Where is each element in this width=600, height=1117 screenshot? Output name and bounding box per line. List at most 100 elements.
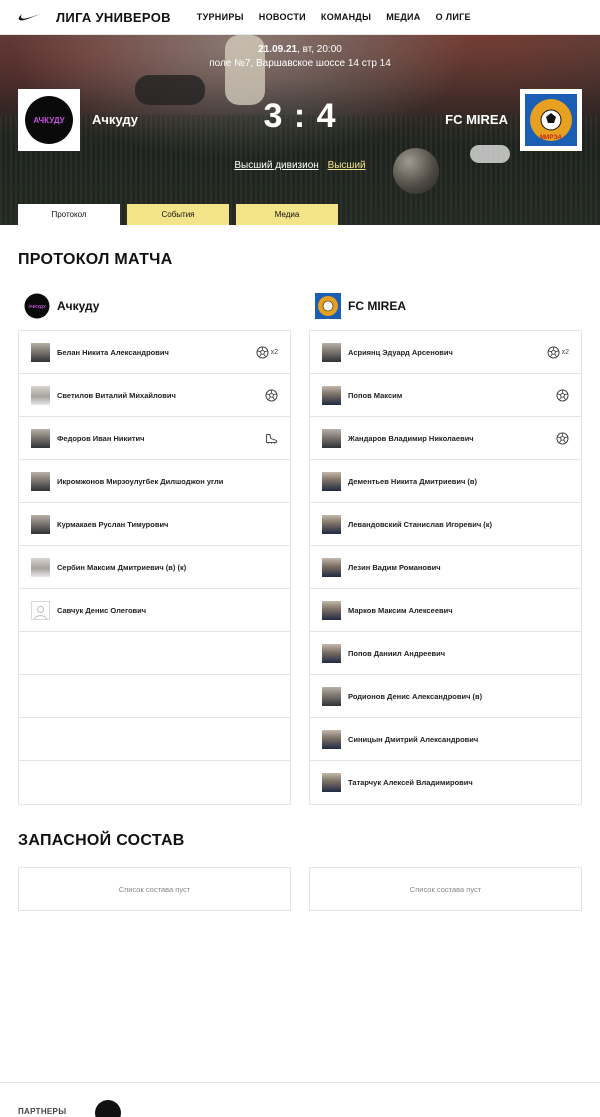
player-name[interactable]: Сербин Максим Дмитриевич (в) (к)	[57, 563, 278, 572]
away-lineup-team-name[interactable]: FC MIREA	[348, 299, 406, 313]
player-avatar	[31, 385, 50, 405]
player-row[interactable]: Белан Никита Александрович x2	[19, 331, 290, 374]
home-lineup: АЧКУДУ Ачкуду Белан Никита Александрович…	[18, 293, 291, 805]
player-row[interactable]: Жандаров Владимир Николаевич	[310, 417, 581, 460]
player-name[interactable]: Жандаров Владимир Николаевич	[348, 434, 556, 443]
event-count: x2	[561, 348, 569, 356]
player-name[interactable]: Асриянц Эдуард Арсенович	[348, 348, 547, 357]
player-avatar	[322, 729, 341, 749]
player-row[interactable]: Марков Максим Алексеевич	[310, 589, 581, 632]
player-row[interactable]: Лезин Вадим Романович	[310, 546, 581, 589]
football-image	[393, 148, 439, 194]
partners-label: ПАРТНЕРЫ	[18, 1107, 67, 1116]
player-row[interactable]: Курмакаев Руслан Тимурович	[19, 503, 290, 546]
player-row[interactable]: Попов Максим	[310, 374, 581, 417]
home-lineup-header: АЧКУДУ Ачкуду	[18, 293, 291, 319]
home-reserves-empty: Список состава пуст	[18, 867, 291, 911]
reserves-title: ЗАПАСНОЙ СОСТАВ	[18, 832, 185, 849]
protocol-title: ПРОТОКОЛ МАТЧА	[18, 251, 173, 268]
player-name[interactable]: Родионов Денис Александрович (в)	[348, 692, 569, 701]
player-row	[19, 761, 290, 804]
site-header: ЛИГА УНИВЕРОВ ТУРНИРЫ НОВОСТИ КОМАНДЫ МЕ…	[0, 0, 600, 35]
player-row	[19, 718, 290, 761]
player-name[interactable]: Попов Максим	[348, 391, 556, 400]
player-row[interactable]: Икромжонов Мирзоулугбек Дилшоджон угли	[19, 460, 290, 503]
nav-teams[interactable]: КОМАНДЫ	[321, 12, 371, 22]
player-name[interactable]: Икромжонов Мирзоулугбек Дилшоджон угли	[57, 477, 278, 486]
home-mini-logo-icon: АЧКУДУ	[24, 293, 50, 319]
goal-event	[556, 389, 569, 402]
player-name[interactable]: Лезин Вадим Романович	[348, 563, 569, 572]
player-row	[19, 632, 290, 675]
player-name[interactable]: Белан Никита Александрович	[57, 348, 256, 357]
player-avatar	[31, 600, 50, 620]
division-links: Высший дивизион Высший	[0, 160, 600, 171]
tab-media[interactable]: Медиа	[236, 204, 338, 225]
player-row[interactable]: Сербин Максим Дмитриевич (в) (к)	[19, 546, 290, 589]
lineups: АЧКУДУ Ачкуду Белан Никита Александрович…	[0, 293, 600, 805]
away-reserves-empty: Список состава пуст	[309, 867, 582, 911]
nav-media[interactable]: МЕДИА	[386, 12, 420, 22]
player-name[interactable]: Татарчук Алексей Владимирович	[348, 778, 569, 787]
player-avatar	[31, 342, 50, 362]
away-mini-logo-icon	[315, 293, 341, 319]
goal-ball-icon	[265, 389, 278, 401]
goal-ball-icon	[256, 346, 269, 358]
player-avatar	[322, 342, 341, 362]
player-avatar	[322, 773, 341, 792]
player-row[interactable]: Синицын Дмитрий Александрович	[310, 718, 581, 761]
swoosh-logo-icon[interactable]	[18, 10, 42, 24]
away-player-list: Асриянц Эдуард Арсенович x2 Попов Максим Жа…	[309, 330, 582, 805]
player-name[interactable]: Синицын Дмитрий Александрович	[348, 735, 569, 744]
player-avatar	[322, 686, 341, 706]
player-avatar	[322, 557, 341, 577]
player-avatar	[31, 471, 50, 491]
player-row[interactable]: Савчук Денис Олегович	[19, 589, 290, 632]
player-name[interactable]: Курмакаев Руслан Тимурович	[57, 520, 278, 529]
player-row[interactable]: Асриянц Эдуард Арсенович x2	[310, 331, 581, 374]
player-row[interactable]: Дементьев Никита Дмитриевич (в)	[310, 460, 581, 503]
match-venue: поле №7, Варшавское шоссе 14 стр 14	[209, 58, 391, 69]
player-name[interactable]: Марков Максим Алексеевич	[348, 606, 569, 615]
nav-about[interactable]: О ЛИГЕ	[436, 12, 471, 22]
player-avatar	[31, 514, 50, 534]
match-score: 3 : 4	[263, 97, 337, 135]
match-date: 21.09.21, вт, 20:00	[258, 44, 342, 55]
player-row[interactable]: Попов Даниил Андреевич	[310, 632, 581, 675]
player-row[interactable]: Федоров Иван Никитич	[19, 417, 290, 460]
tab-events[interactable]: События	[127, 204, 229, 225]
player-avatar	[322, 471, 341, 491]
player-name[interactable]: Левандовский Станислав Игоревич (к)	[348, 520, 569, 529]
site-brand[interactable]: ЛИГА УНИВЕРОВ	[56, 10, 171, 25]
away-team-name[interactable]: FC MIREA	[445, 112, 508, 127]
division-link-secondary[interactable]: Высший	[328, 160, 366, 171]
player-name[interactable]: Попов Даниил Андреевич	[348, 649, 569, 658]
assist-event	[265, 432, 278, 445]
away-team-logo[interactable]: МИРЭА	[520, 89, 582, 151]
away-mini-logo	[315, 293, 341, 319]
player-row[interactable]: Левандовский Станислав Игоревич (к)	[310, 503, 581, 546]
avatar-placeholder-icon	[34, 605, 47, 619]
home-lineup-team-name[interactable]: Ачкуду	[57, 299, 99, 313]
player-row[interactable]: Родионов Денис Александрович (в)	[310, 675, 581, 718]
player-name[interactable]: Федоров Иван Никитич	[57, 434, 265, 443]
player-row[interactable]: Татарчук Алексей Владимирович	[310, 761, 581, 804]
home-player-list: Белан Никита Александрович x2 Светилов Вит…	[18, 330, 291, 805]
goal-ball-icon	[556, 389, 569, 401]
nav-news[interactable]: НОВОСТИ	[259, 12, 306, 22]
assist-boot-icon	[266, 433, 278, 444]
away-lineup: FC MIREA Асриянц Эдуард Арсенович x2 Попов…	[309, 293, 582, 805]
goal-ball-icon	[547, 346, 560, 358]
partner-logo-icon[interactable]	[95, 1100, 121, 1117]
player-name[interactable]: Светилов Виталий Михайлович	[57, 391, 265, 400]
division-link-primary[interactable]: Высший дивизион	[234, 160, 318, 171]
match-hero: 21.09.21, вт, 20:00 поле №7, Варшавское …	[0, 35, 600, 225]
player-avatar	[31, 557, 50, 577]
player-name[interactable]: Савчук Денис Олегович	[57, 606, 278, 615]
player-row[interactable]: Светилов Виталий Михайлович	[19, 374, 290, 417]
main-nav: ТУРНИРЫ НОВОСТИ КОМАНДЫ МЕДИА О ЛИГЕ	[197, 12, 471, 22]
tab-protocol[interactable]: Протокол	[18, 204, 120, 225]
player-name[interactable]: Дементьев Никита Дмитриевич (в)	[348, 477, 569, 486]
nav-tournaments[interactable]: ТУРНИРЫ	[197, 12, 244, 22]
player-avatar	[31, 428, 50, 448]
